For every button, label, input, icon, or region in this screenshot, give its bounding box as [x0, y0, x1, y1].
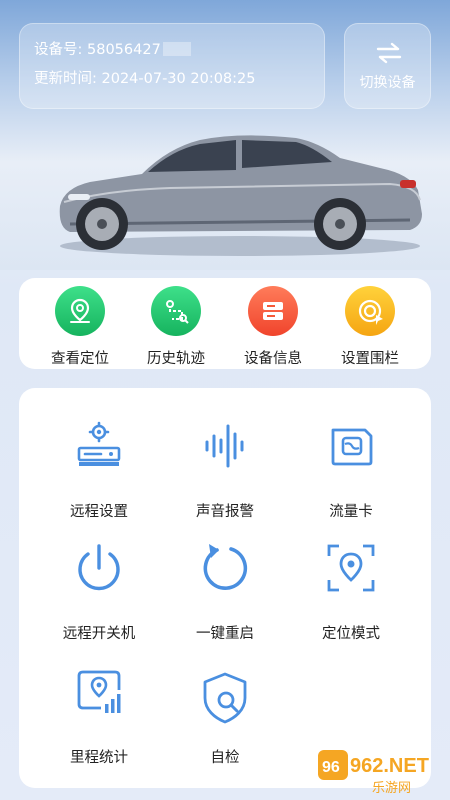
sound-alarm-icon — [205, 424, 244, 468]
grid-label: 声音报警 — [196, 504, 254, 520]
sim-card-icon — [331, 428, 373, 466]
watermark-logo: 96 962.NET 乐游网 — [318, 750, 429, 796]
one-key-restart-button[interactable]: 一键重启 — [165, 540, 285, 643]
watermark-brand: 962.NET — [350, 755, 429, 777]
mileage-stats-button[interactable]: 里程统计 — [39, 664, 159, 767]
device-id: 设备号: 58056427 — [34, 42, 161, 58]
switch-device-label: 切换设备 — [359, 75, 416, 91]
location-pin-icon — [55, 286, 105, 336]
quick-history-track[interactable]: 历史轨迹 — [131, 286, 221, 368]
power-icon — [78, 544, 120, 591]
watermark-site: 乐游网 — [372, 781, 411, 796]
geofence-icon — [345, 286, 395, 336]
self-check-button[interactable]: 自检 — [165, 664, 285, 767]
car-image — [59, 135, 422, 256]
grid-label: 流量卡 — [329, 504, 373, 520]
grid-label: 自检 — [210, 750, 240, 766]
route-history-icon — [151, 286, 201, 336]
restart-icon — [203, 544, 248, 590]
quick-label: 设备信息 — [244, 351, 302, 367]
function-grid: 远程设置 声音报警 流量卡 远程开关机 一键重启 定位模式 里程统计 自检 — [19, 388, 431, 788]
device-id-row: 设备号: 58056427 — [34, 40, 310, 60]
header-hero: 设备号: 58056427 更新时间: 2024-07-30 20:08:25 … — [0, 0, 450, 270]
sound-alarm-button[interactable]: 声音报警 — [165, 418, 285, 521]
grid-label: 定位模式 — [322, 626, 380, 642]
remote-settings-icon — [77, 421, 121, 466]
grid-label: 远程开关机 — [62, 626, 136, 642]
remote-power-button[interactable]: 远程开关机 — [39, 540, 159, 643]
grid-label: 一键重启 — [196, 626, 254, 642]
location-mode-button[interactable]: 定位模式 — [291, 540, 411, 643]
quick-label: 历史轨迹 — [147, 351, 205, 367]
updated-time: 更新时间: 2024-07-30 20:08:25 — [34, 71, 256, 87]
remote-settings-button[interactable]: 远程设置 — [39, 418, 159, 521]
device-info-card: 设备号: 58056427 更新时间: 2024-07-30 20:08:25 — [19, 23, 325, 109]
quick-view-location[interactable]: 查看定位 — [35, 286, 125, 368]
swap-arrows-icon — [376, 42, 402, 64]
location-mode-icon — [327, 544, 375, 592]
quick-label: 设置围栏 — [341, 351, 399, 367]
redacted-mask — [162, 42, 191, 56]
grid-label: 远程设置 — [70, 504, 128, 520]
quick-device-info[interactable]: 设备信息 — [228, 286, 318, 368]
svg-text:96: 96 — [322, 759, 340, 776]
quick-actions-bar: 查看定位 历史轨迹 设备信息 设置围栏 — [19, 278, 431, 369]
grid-label: 里程统计 — [70, 750, 128, 766]
site-watermark: 96 962.NET 乐游网 — [312, 744, 448, 796]
quick-set-geofence[interactable]: 设置围栏 — [325, 286, 415, 368]
self-check-icon — [203, 672, 247, 724]
sim-card-button[interactable]: 流量卡 — [291, 418, 411, 521]
quick-label: 查看定位 — [51, 351, 109, 367]
device-info-icon — [248, 286, 298, 336]
mileage-stats-icon — [77, 670, 121, 713]
switch-device-button[interactable]: 切换设备 — [344, 23, 431, 109]
